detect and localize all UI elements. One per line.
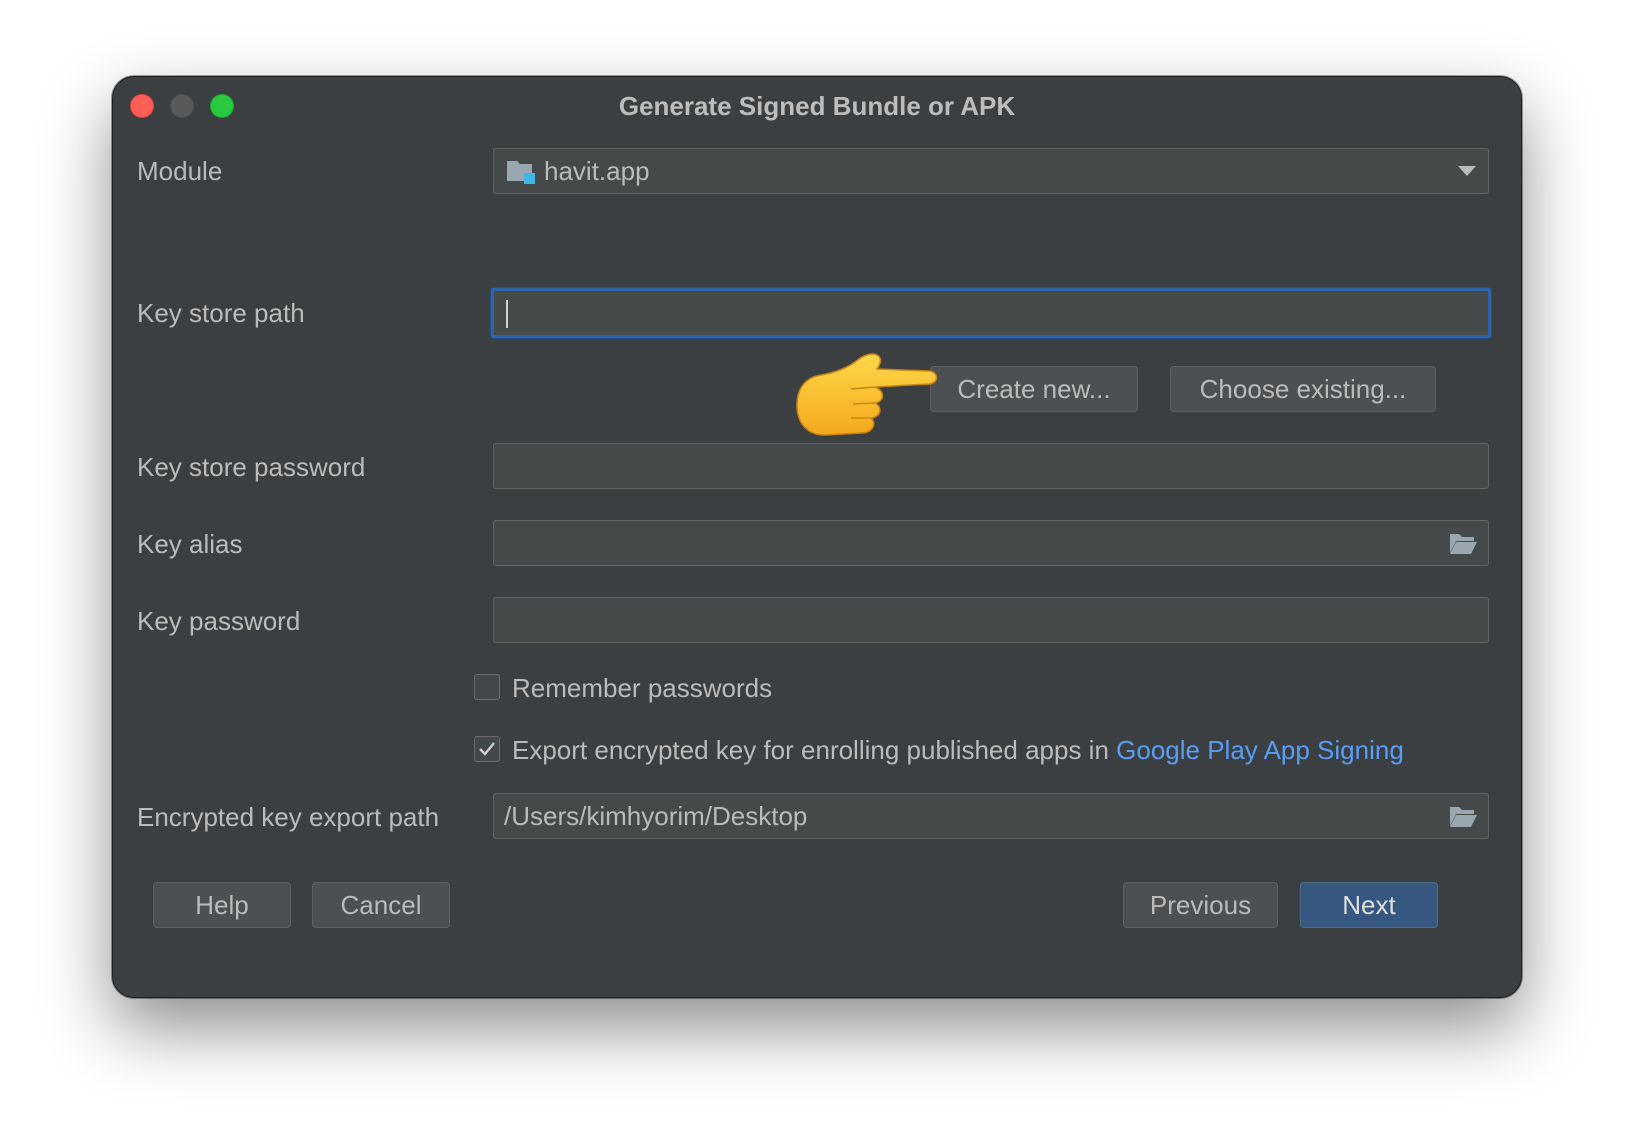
export-key-label: Export encrypted key for enrolling publi… — [512, 733, 1404, 767]
chevron-down-icon — [1458, 166, 1476, 176]
choose-existing-button[interactable]: Choose existing... — [1170, 366, 1436, 412]
export-key-text: Export encrypted key for enrolling publi… — [512, 735, 1117, 765]
keystore-password-input[interactable] — [493, 443, 1489, 489]
keystore-path-input[interactable] — [491, 288, 1491, 338]
export-key-checkbox[interactable] — [474, 736, 500, 762]
window-title: Generate Signed Bundle or APK — [618, 91, 1016, 121]
stage: Generate Signed Bundle or APK Module hav… — [0, 0, 1632, 1144]
cancel-button[interactable]: Cancel — [312, 882, 450, 928]
module-select[interactable]: havit.app — [493, 148, 1489, 194]
module-label: Module — [137, 156, 223, 186]
previous-button[interactable]: Previous — [1123, 882, 1278, 928]
text-caret — [506, 300, 508, 328]
checkmark-icon — [479, 742, 495, 756]
export-path-input[interactable]: /Users/kimhyorim/Desktop — [493, 793, 1489, 839]
remember-passwords-label: Remember passwords — [512, 673, 773, 703]
next-button[interactable]: Next — [1300, 882, 1438, 928]
key-password-label: Key password — [137, 606, 301, 636]
pointing-hand-emoji-icon — [796, 353, 938, 436]
remember-passwords-checkbox[interactable] — [474, 674, 500, 700]
key-alias-input[interactable] — [493, 520, 1489, 566]
export-path-value: /Users/kimhyorim/Desktop — [504, 801, 808, 831]
module-value: havit.app — [544, 156, 650, 186]
title-bar: Generate Signed Bundle or APK — [113, 77, 1521, 133]
create-new-button[interactable]: Create new... — [930, 366, 1138, 412]
folder-open-icon[interactable] — [1448, 803, 1478, 829]
google-play-app-signing-link[interactable]: Google Play App Signing — [1116, 735, 1404, 765]
key-alias-label: Key alias — [137, 529, 243, 559]
export-path-label: Encrypted key export path — [137, 802, 440, 832]
folder-open-icon[interactable] — [1448, 530, 1478, 556]
help-button[interactable]: Help — [153, 882, 291, 928]
keystore-path-label: Key store path — [137, 298, 305, 328]
keystore-password-label: Key store password — [137, 452, 366, 482]
module-folder-icon — [507, 161, 535, 184]
dialog-window: Generate Signed Bundle or APK Module hav… — [112, 76, 1522, 998]
key-password-input[interactable] — [493, 597, 1489, 643]
